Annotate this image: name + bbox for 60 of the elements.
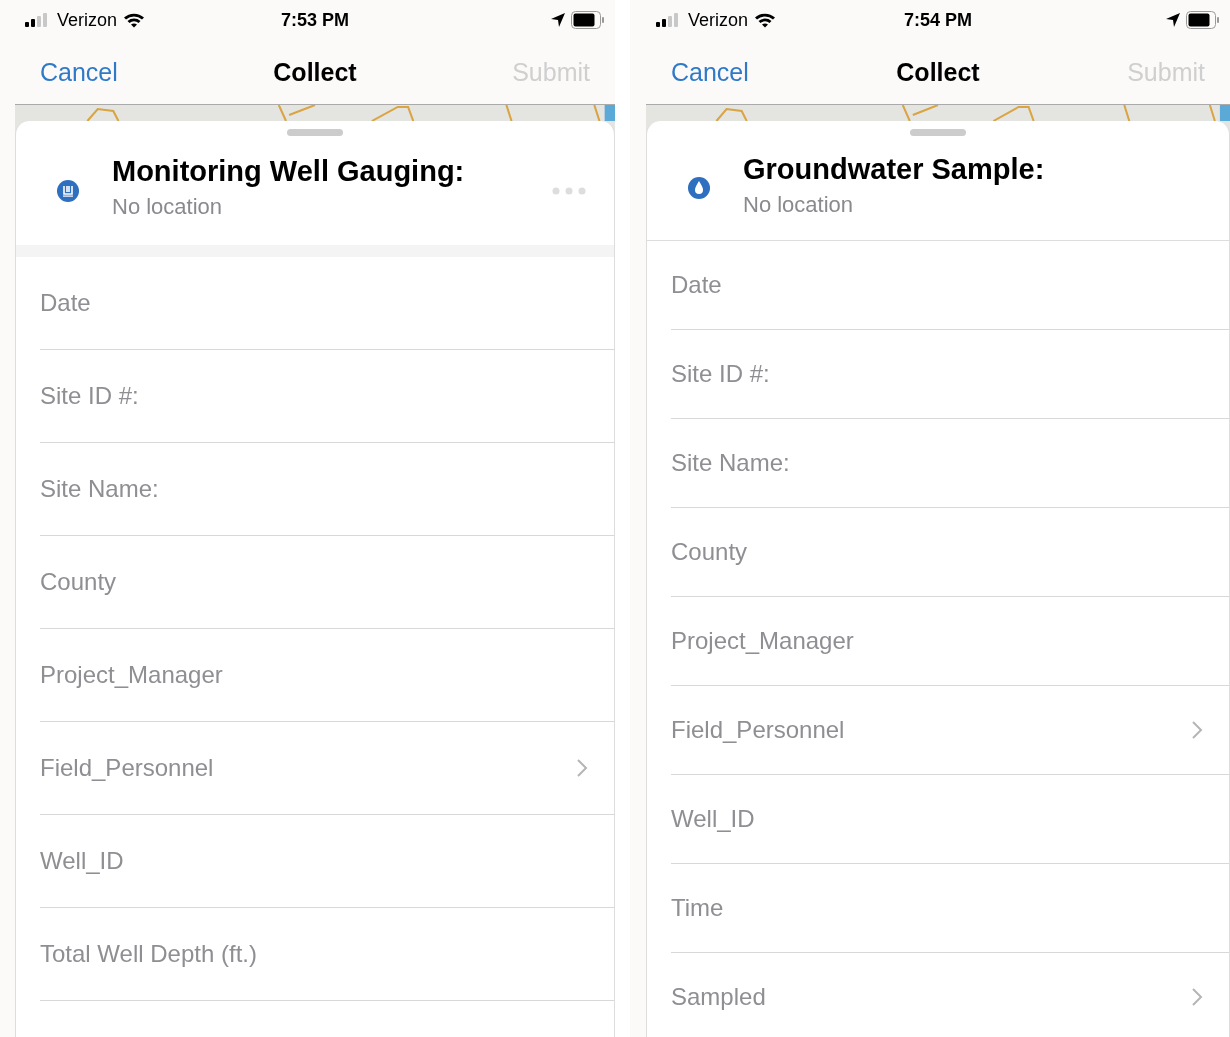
form-field-row[interactable]: Site ID #: bbox=[671, 330, 1229, 419]
location-status: No location bbox=[743, 191, 855, 218]
cancel-button[interactable]: Cancel bbox=[671, 57, 749, 87]
field-label: Project_Manager bbox=[671, 627, 854, 655]
field-label: Site Name: bbox=[671, 449, 790, 477]
form-field-row[interactable]: County bbox=[671, 508, 1229, 597]
more-options-icon[interactable] bbox=[552, 186, 586, 195]
location-arrow-icon bbox=[551, 13, 565, 27]
chevron-right-icon bbox=[1191, 720, 1203, 740]
form-field-row[interactable]: Site Name: bbox=[671, 419, 1229, 508]
form-field-row[interactable]: Site ID #: bbox=[40, 350, 614, 443]
field-label: Project_Manager bbox=[40, 661, 223, 689]
field-label: Field_Personnel bbox=[40, 754, 214, 782]
field-label: Date bbox=[40, 289, 91, 317]
form-field-row[interactable]: Field_Personnel bbox=[671, 686, 1229, 775]
form-field-row[interactable]: Date bbox=[40, 257, 614, 350]
status-time: 7:53 PM bbox=[281, 9, 349, 31]
field-label: Site Name: bbox=[40, 475, 159, 503]
field-label: Sampled bbox=[671, 983, 766, 1011]
field-label: Site ID #: bbox=[671, 360, 770, 388]
form-field-row[interactable]: County bbox=[40, 536, 614, 629]
nav-title: Collect bbox=[273, 57, 357, 87]
water-drop-icon bbox=[687, 176, 711, 200]
form-field-row[interactable]: Sampled bbox=[671, 953, 1229, 1037]
field-label: County bbox=[671, 538, 748, 566]
form-field-row[interactable]: Project_Manager bbox=[40, 629, 614, 722]
field-label: County bbox=[40, 568, 117, 596]
wifi-icon bbox=[123, 12, 146, 28]
carrier-name: Verizon bbox=[688, 9, 749, 31]
battery-icon bbox=[571, 11, 605, 29]
field-label: Time bbox=[671, 894, 724, 922]
field-label: Well_ID bbox=[40, 847, 124, 875]
drag-handle[interactable] bbox=[910, 129, 966, 136]
form-field-row[interactable]: Well_ID bbox=[671, 775, 1229, 864]
chevron-right-icon bbox=[576, 758, 588, 778]
field-label: Site ID #: bbox=[40, 382, 139, 410]
form-field-row[interactable]: Time bbox=[671, 864, 1229, 953]
form-field-row[interactable]: Project_Manager bbox=[671, 597, 1229, 686]
field-label: Total Well Depth (ft.) bbox=[40, 940, 257, 968]
form-field-row[interactable]: Total Well Depth (ft.) bbox=[40, 908, 614, 1001]
well-gauge-icon bbox=[56, 178, 80, 203]
nav-title: Collect bbox=[896, 57, 980, 87]
location-status: No location bbox=[112, 194, 224, 220]
wifi-icon bbox=[754, 12, 777, 28]
form-field-row[interactable]: Date bbox=[671, 241, 1229, 330]
chevron-right-icon bbox=[1191, 987, 1203, 1007]
carrier-name: Verizon bbox=[57, 9, 118, 31]
status-time: 7:54 PM bbox=[904, 9, 972, 31]
field-label: Date bbox=[671, 271, 722, 299]
form-title: Groundwater Sample: bbox=[743, 152, 1046, 186]
field-label: Field_Personnel bbox=[671, 716, 845, 744]
battery-icon bbox=[1186, 11, 1220, 29]
field-label: Well_ID bbox=[671, 805, 755, 833]
form-field-row[interactable]: Site Name: bbox=[40, 443, 614, 536]
form-field-row[interactable]: Well_ID bbox=[40, 815, 614, 908]
drag-handle[interactable] bbox=[287, 129, 343, 136]
cancel-button[interactable]: Cancel bbox=[40, 57, 118, 87]
form-field-row[interactable]: Field_Personnel bbox=[40, 722, 614, 815]
form-title: Monitoring Well Gauging: bbox=[112, 155, 466, 188]
location-arrow-icon bbox=[1166, 13, 1180, 27]
